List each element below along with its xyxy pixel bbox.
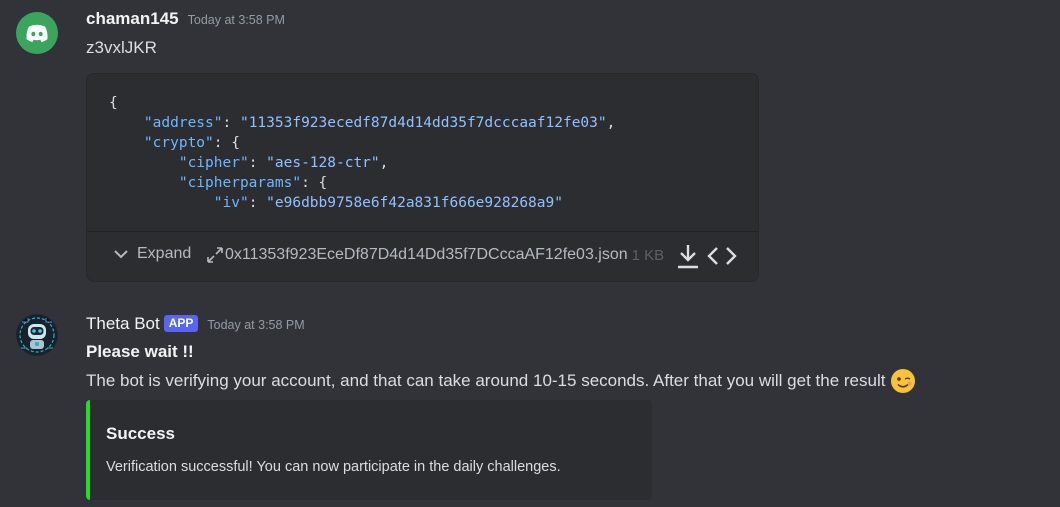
user-avatar[interactable] [16,12,58,54]
bot-avatar[interactable] [16,314,58,356]
file-info: 0x11353f923EceDf87D4d14Dd35f7DCccaAF12fe… [205,245,664,265]
author-line: chaman145 Today at 3:58 PM [86,9,285,29]
embed-title: Success [106,424,175,443]
winking-face-emoji [891,369,916,393]
expand-label: Expand [137,245,192,262]
app-badge: APP [163,315,199,332]
download-icon [678,245,698,269]
download-button[interactable] [675,242,701,275]
chevron-down-icon [114,250,128,259]
username[interactable]: chaman145 [86,9,179,29]
code-file-attachment: { "address": "11353f923ecedf87d4d14dd35f… [86,73,759,282]
file-name[interactable]: 0x11353f923EceDf87D4d14Dd35f7DCccaAF12fe… [225,246,628,264]
code-preview: { "address": "11353f923ecedf87d4d14dd35f… [109,93,615,213]
code-line: "iv": "e96dbb9758e6f42a831f666e928268a9" [213,195,563,211]
file-size: 1 KB [631,246,665,264]
message-theta-bot: Theta Bot APP Today at 3:58 PM Please wa… [0,290,1060,507]
attachment-footer: Expand 0x11353f923EceDf87D4d14Dd35f7DCcc… [87,232,758,280]
code-line: { [109,95,118,111]
message-chaman145: chaman145 Today at 3:58 PM z3vxlJKR { "a… [0,0,1060,290]
code-line: "cipherparams": { [178,175,328,191]
expand-button[interactable]: Expand [113,245,191,263]
message-body: The bot is verifying your account, and t… [86,371,886,390]
embed-accent-bar [86,400,90,500]
success-embed: Success Verification successful! You can… [86,400,652,500]
embed-description: Verification successful! You can now par… [106,459,561,475]
code-line: "cipher": "aes-128-ctr", [178,155,389,171]
timestamp: Today at 3:58 PM [187,13,285,27]
message-text: z3vxlJKR [86,38,157,57]
code-line: "address": "11353f923ecedf87d4d14dd35f7d… [143,115,616,131]
discord-logo-icon [26,24,48,42]
robot-avatar-icon [17,315,57,355]
timestamp: Today at 3:58 PM [207,318,305,332]
open-external-icon[interactable] [205,245,225,265]
username[interactable]: Theta Bot [86,314,160,334]
author-line: Theta Bot APP Today at 3:58 PM [86,314,305,334]
code-icon [707,247,737,265]
code-line: "crypto": { [143,135,240,151]
message-title: Please wait !! [86,342,194,361]
view-code-button[interactable] [707,244,737,273]
message-text: The bot is verifying your account, and t… [86,368,916,394]
